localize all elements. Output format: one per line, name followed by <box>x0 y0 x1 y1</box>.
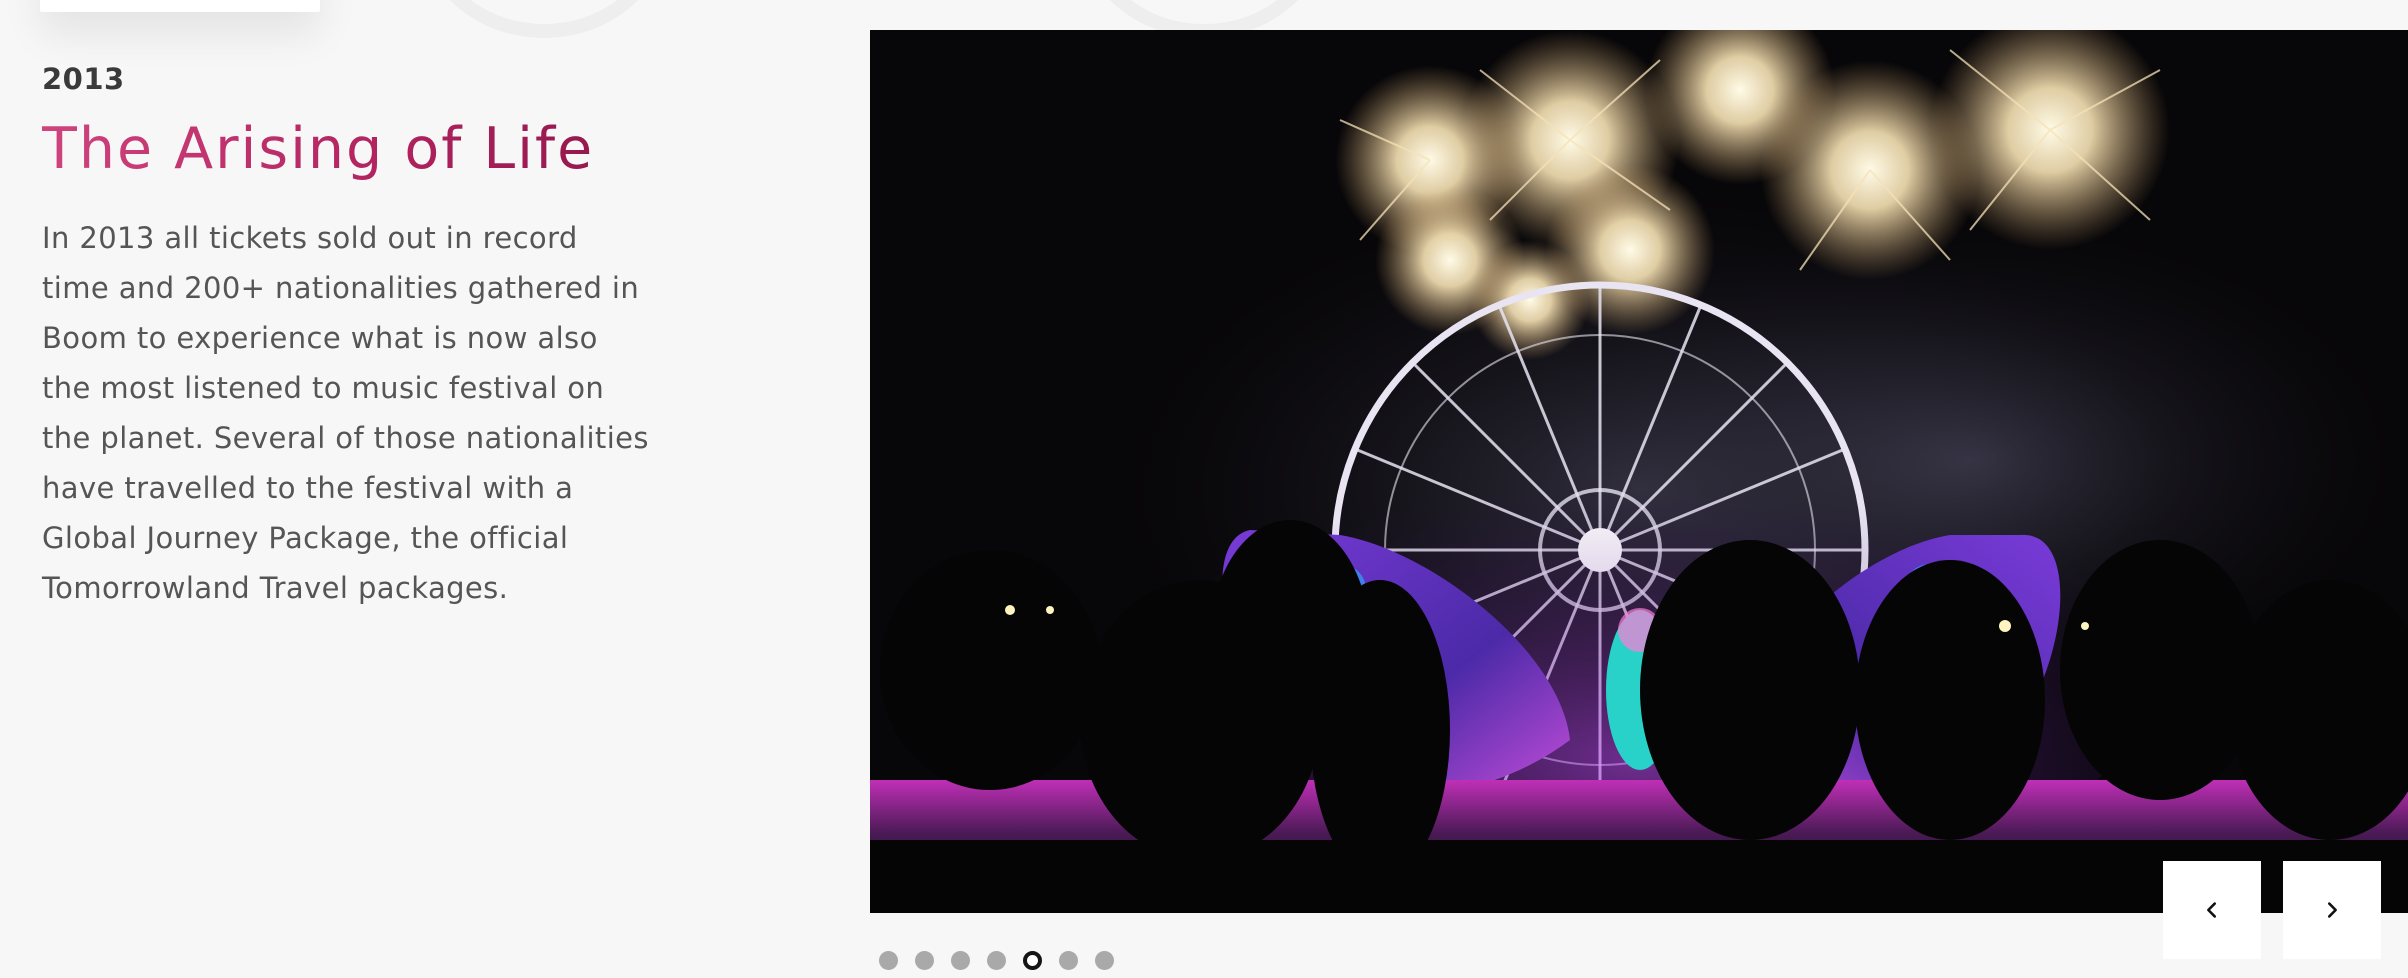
top-decoration <box>0 0 1400 20</box>
description-line: time and 200+ nationalities gathered in <box>42 271 640 306</box>
festival-photo-illustration <box>870 30 2408 913</box>
pagination-dot-2[interactable] <box>915 951 934 970</box>
slide-text: 2013 The Arising of Life In 2013 all tic… <box>42 62 662 613</box>
pagination-dot-5-active[interactable] <box>1023 951 1042 970</box>
pagination-dot-4[interactable] <box>987 951 1006 970</box>
slide-pagination <box>879 951 1114 970</box>
chevron-right-icon <box>2327 902 2337 918</box>
description-line: have travelled to the festival with a <box>42 471 574 506</box>
decorative-card-edge <box>40 0 320 12</box>
decorative-ring <box>420 0 668 38</box>
description-line: Tomorrowland Travel packages. <box>42 571 509 606</box>
description-line: Global Journey Package, the official <box>42 521 569 556</box>
description-line: the most listened to music festival on <box>42 371 605 406</box>
next-slide-button[interactable] <box>2283 861 2381 959</box>
description-line: the planet. Several of those nationaliti… <box>42 421 649 456</box>
slide-title: The Arising of Life <box>42 115 662 183</box>
description-line: In 2013 all tickets sold out in record <box>42 221 578 256</box>
slide-description: In 2013 all tickets sold out in record t… <box>42 213 662 613</box>
previous-slide-button[interactable] <box>2163 861 2261 959</box>
pagination-dot-7[interactable] <box>1095 951 1114 970</box>
pagination-dot-3[interactable] <box>951 951 970 970</box>
chevron-left-icon <box>2207 902 2217 918</box>
pagination-dot-1[interactable] <box>879 951 898 970</box>
slide-year: 2013 <box>42 62 125 96</box>
description-line: Boom to experience what is now also <box>42 321 598 356</box>
slide-photo <box>870 30 2408 913</box>
pagination-dot-6[interactable] <box>1059 951 1078 970</box>
